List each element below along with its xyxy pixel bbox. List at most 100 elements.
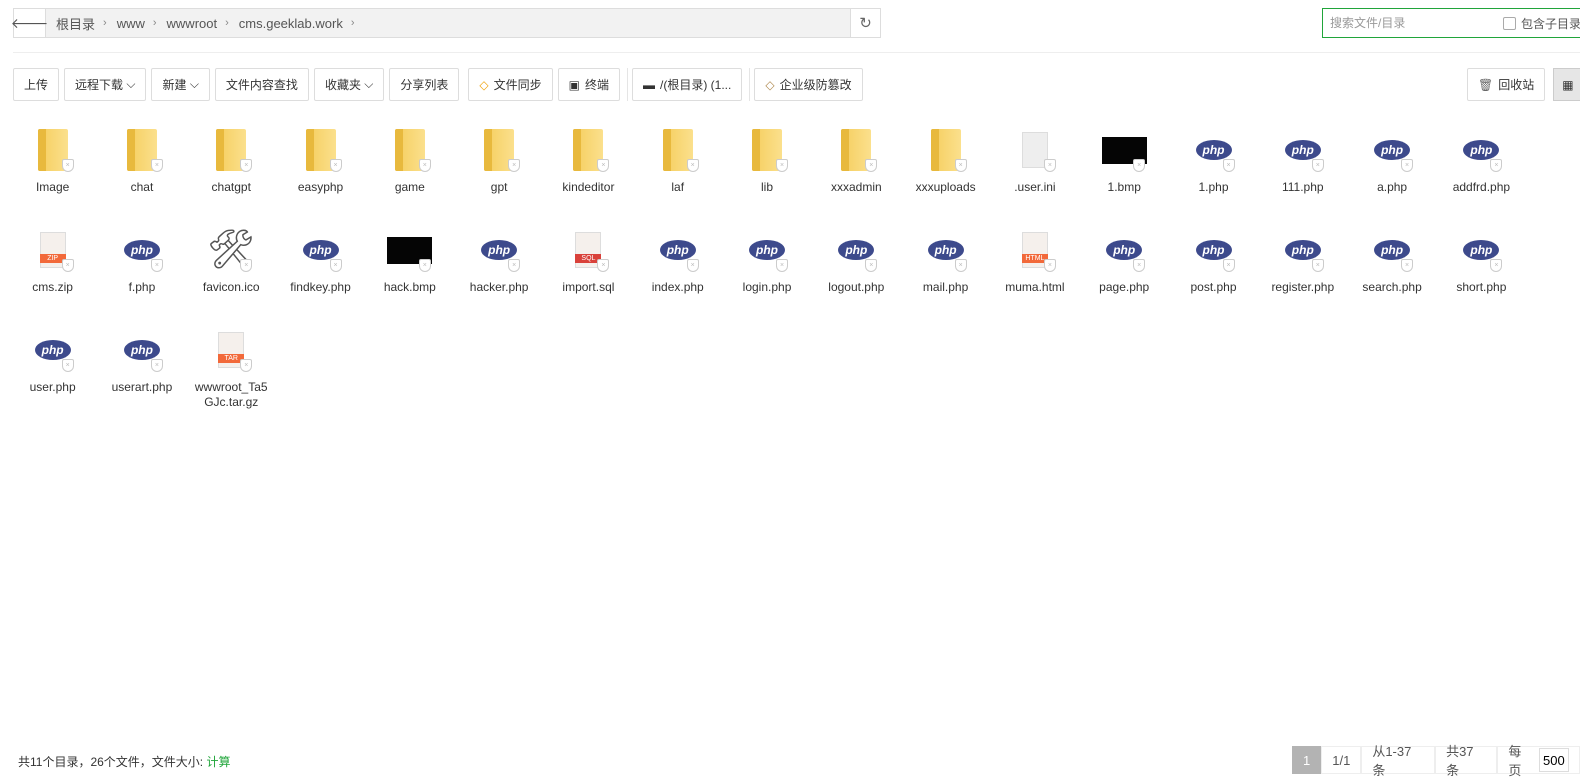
shield-icon: ×	[61, 159, 74, 172]
chevron-right-icon[interactable]: ›	[225, 17, 229, 29]
file-sync-button[interactable]: ◇ 文件同步	[468, 68, 553, 101]
file-item[interactable]: ZIP × cms.zip	[8, 225, 97, 325]
disk-button[interactable]: ▬ /(根目录) (1...	[632, 68, 743, 101]
favorites-button[interactable]: 收藏夹 ⌵	[313, 68, 385, 101]
file-item[interactable]: php × mail.php	[901, 225, 990, 325]
folder-icon: ×	[28, 125, 78, 175]
shield-icon: ×	[508, 159, 521, 172]
new-button[interactable]: 新建 ⌵	[151, 68, 210, 101]
file-item[interactable]: × 1.bmp	[1080, 125, 1169, 225]
file-item[interactable]: php × userart.php	[97, 325, 186, 425]
file-name: chatgpt	[211, 180, 251, 194]
pagination: 1 1/1 从1-37条 共37条 每页	[1292, 744, 1580, 778]
file-name: easyphp	[297, 180, 344, 194]
back-button[interactable]: 🡐	[11, 9, 48, 37]
toolbar: 上传 远程下载 ⌵ 新建 ⌵ 文件内容查找 收藏夹 ⌵ 分享列表 ◇ 文件同步 ▣…	[13, 68, 868, 101]
summary-text: 共11个目录，26个文件，文件大小:	[18, 755, 207, 769]
file-item[interactable]: × chatgpt	[187, 125, 276, 225]
file-item[interactable]: php × f.php	[97, 225, 186, 325]
php-file-icon: php ×	[1456, 125, 1506, 175]
calc-size-link[interactable]: 计算	[206, 755, 230, 769]
breadcrumb-item[interactable]: wwwroot	[167, 16, 218, 31]
file-name: userart.php	[111, 380, 173, 394]
file-item[interactable]: php × hacker.php	[454, 225, 543, 325]
include-subdir-checkbox[interactable]: 包含子目录	[1503, 15, 1580, 32]
file-name: page.php	[1099, 280, 1150, 294]
file-item[interactable]: php × 111.php	[1258, 125, 1347, 225]
upload-button[interactable]: 上传	[13, 68, 60, 101]
file-item[interactable]: × lib	[722, 125, 811, 225]
file-item[interactable]: php × 1.php	[1169, 125, 1258, 225]
checkbox-icon	[1503, 16, 1516, 30]
shield-icon: ×	[954, 259, 967, 272]
file-item[interactable]: × kindeditor	[544, 125, 633, 225]
recycle-bin-button[interactable]: 🗑 回收站	[1467, 68, 1546, 101]
breadcrumb-item[interactable]: www	[117, 16, 145, 31]
per-page-label: 每页	[1508, 744, 1522, 778]
file-name: import.sql	[562, 280, 615, 294]
breadcrumb-item[interactable]: cms.geeklab.work	[239, 16, 343, 31]
separator	[749, 68, 751, 101]
file-item[interactable]: php × index.php	[633, 225, 722, 325]
file-item[interactable]: php × short.php	[1437, 225, 1526, 325]
file-item[interactable]: php × addfrd.php	[1437, 125, 1526, 225]
shield-icon: ×	[1490, 259, 1503, 272]
file-item[interactable]: SQL × import.sql	[544, 225, 633, 325]
file-name: 111.php	[1281, 180, 1324, 194]
file-item[interactable]: × gpt	[454, 125, 543, 225]
file-item[interactable]: php × page.php	[1080, 225, 1169, 325]
file-name: findkey.php	[290, 280, 351, 294]
chevron-right-icon[interactable]: ›	[103, 17, 107, 29]
file-name: xxxadmin	[830, 180, 882, 194]
shield-icon: ×	[597, 259, 610, 272]
file-item[interactable]: × xxxuploads	[901, 125, 990, 225]
search-input[interactable]	[1330, 16, 1495, 30]
file-item[interactable]: HTML × muma.html	[990, 225, 1079, 325]
file-item[interactable]: × chat	[97, 125, 186, 225]
file-item[interactable]: × hack.bmp	[365, 225, 454, 325]
file-item[interactable]: php × findkey.php	[276, 225, 365, 325]
file-item[interactable]: × laf	[633, 125, 722, 225]
file-item[interactable]: × easyphp	[276, 125, 365, 225]
php-file-icon: php ×	[296, 225, 346, 275]
file-item[interactable]: × xxxadmin	[812, 125, 901, 225]
shield-icon: ×	[240, 259, 253, 272]
per-page-input[interactable]	[1539, 748, 1569, 772]
shield-icon: ×	[597, 159, 610, 172]
file-item[interactable]: php × a.php	[1347, 125, 1436, 225]
file-item[interactable]: TAR × wwwroot_Ta5GJc.tar.gz	[187, 325, 276, 425]
page-count: 1/1	[1321, 746, 1362, 774]
shield-icon: ×	[776, 159, 789, 172]
file-item[interactable]: × .user.ini	[990, 125, 1079, 225]
breadcrumb-item[interactable]: 根目录	[56, 14, 95, 33]
file-item[interactable]: php × register.php	[1258, 225, 1347, 325]
shield-icon: ×	[1490, 159, 1503, 172]
file-item[interactable]: php × logout.php	[812, 225, 901, 325]
chevron-right-icon[interactable]: ›	[351, 17, 355, 29]
file-item[interactable]: php × search.php	[1347, 225, 1436, 325]
upload-label: 上传	[24, 78, 49, 92]
file-item[interactable]: × Image	[8, 125, 97, 225]
file-item[interactable]: php × post.php	[1169, 225, 1258, 325]
shield-icon: ×	[329, 159, 342, 172]
refresh-button[interactable]: ↻	[850, 9, 880, 37]
shield-icon: ×	[240, 159, 253, 172]
file-item[interactable]: 🛠 × favicon.ico	[187, 225, 276, 325]
terminal-button[interactable]: ▣ 终端	[557, 68, 621, 101]
php-file-icon: php ×	[742, 225, 792, 275]
file-item[interactable]: php × login.php	[722, 225, 811, 325]
grid-view-button[interactable]: ▦	[1553, 68, 1580, 101]
tamper-button[interactable]: ◇ 企业级防篡改	[754, 68, 863, 101]
shield-icon: ×	[240, 359, 253, 372]
page-current[interactable]: 1	[1292, 746, 1322, 774]
file-item[interactable]: × game	[365, 125, 454, 225]
content-search-button[interactable]: 文件内容查找	[214, 68, 309, 101]
remote-download-button[interactable]: 远程下载 ⌵	[64, 68, 147, 101]
share-list-button[interactable]: 分享列表	[389, 68, 460, 101]
shield-icon: ×	[954, 159, 967, 172]
chevron-right-icon[interactable]: ›	[153, 17, 157, 29]
file-name: game	[394, 180, 425, 194]
file-item[interactable]: php × user.php	[8, 325, 97, 425]
php-file-icon: php ×	[1456, 225, 1506, 275]
file-name: favicon.ico	[202, 280, 260, 294]
